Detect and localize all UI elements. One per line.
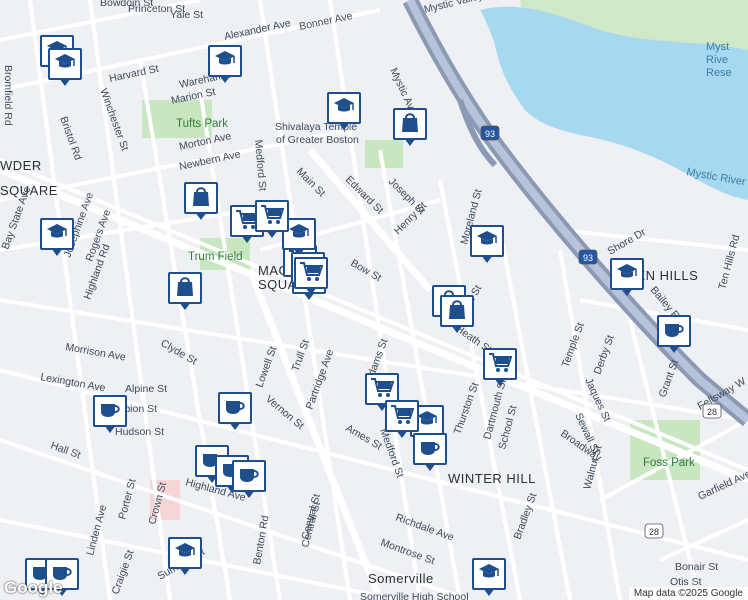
school-marker-box [168,537,202,569]
school-marker-box [470,225,504,257]
cart-marker[interactable] [294,257,328,297]
coffee-cup-icon [98,398,122,425]
shopping-bag-icon [445,298,469,325]
graduation-cap-icon [213,48,237,75]
coffee-cup-icon [223,395,247,422]
coffee-cup-icon [418,436,442,463]
shop-marker-box [184,182,218,214]
school-marker-box [40,218,74,250]
place-label: Somerville [368,571,434,586]
shopping-bag-icon [189,185,213,212]
cart-marker-box [385,400,419,432]
school-marker[interactable] [470,225,504,265]
shop-marker-box [393,108,427,140]
coffee-cup-icon [237,463,261,490]
cafe-marker-box [93,395,127,427]
water-label: Myst [706,41,729,53]
cafe-marker[interactable] [413,433,447,473]
school-marker[interactable] [610,258,644,298]
highway-shield: 93 [480,125,500,141]
svg-text:28: 28 [649,527,659,537]
school-marker[interactable] [327,92,361,132]
highway-shield: 28 [702,403,722,419]
park-label: Trum Field [188,251,243,263]
poi-label: of Greater Boston [276,134,359,146]
cafe-marker-box [218,392,252,424]
school-marker[interactable] [168,537,202,577]
graduation-cap-icon [173,540,197,567]
graduation-cap-icon [477,561,501,588]
street-label: Bowdoin St [100,0,153,9]
graduation-cap-icon [287,221,311,248]
highway-shield: 28 [644,523,664,539]
graduation-cap-icon [45,221,69,248]
shopping-cart-icon [390,403,415,430]
water-label: Rive [706,54,728,66]
cart-marker[interactable] [255,200,289,240]
shop-marker[interactable] [393,108,427,148]
school-marker-box [48,48,82,80]
street-label: Bromfield Rd [2,65,14,126]
highway-shield: 93 [578,249,598,265]
place-label: WINTER HILL [448,471,536,486]
school-marker-box [472,558,506,590]
svg-text:93: 93 [485,129,495,139]
graduation-cap-icon [475,228,499,255]
shop-marker[interactable] [440,295,474,335]
cart-marker-box [294,257,328,289]
cafe-marker[interactable] [232,460,266,500]
school-marker-box [327,92,361,124]
shop-marker-box [168,272,202,304]
school-marker[interactable] [40,218,74,258]
shopping-cart-icon [299,260,324,287]
cart-marker-box [255,200,289,232]
svg-text:93: 93 [583,253,593,263]
cafe-marker[interactable] [218,392,252,432]
school-marker[interactable] [48,48,82,88]
graduation-cap-icon [53,51,77,78]
cafe-marker-box [657,315,691,347]
shopping-bag-icon [173,275,197,302]
cafe-marker[interactable] [657,315,691,355]
school-marker[interactable] [472,558,506,598]
poi-label: Somerville High School [360,591,469,600]
cafe-marker-box [232,460,266,492]
street-label: Bonair St [675,561,718,573]
shopping-cart-icon [370,376,395,403]
svg-text:28: 28 [707,407,717,417]
shop-marker[interactable] [168,272,202,312]
shop-marker-box [440,295,474,327]
school-marker[interactable] [208,45,242,85]
park-label: Foss Park [643,457,695,469]
shopping-bag-icon [398,111,422,138]
shopping-cart-icon [260,203,285,230]
google-logo[interactable]: Google [4,578,63,598]
cart-marker-box [483,348,517,380]
school-marker-box [208,45,242,77]
water-label: Rese [706,67,732,79]
coffee-cup-icon [662,318,686,345]
cafe-marker-box [413,433,447,465]
park-label: Tufts Park [176,118,228,130]
school-marker-box [610,258,644,290]
map-canvas[interactable]: MAGOUNSQUAREWINTER HILLTEN HILLSSomervil… [0,0,748,600]
place-label-powder: WDER [0,158,42,173]
map-attribution[interactable]: Map data ©2025 Google [628,587,748,600]
shopping-cart-icon [488,351,513,378]
cart-marker[interactable] [483,348,517,388]
cafe-marker[interactable] [93,395,127,435]
street-label: Alpine St [125,383,167,395]
graduation-cap-icon [615,261,639,288]
shop-marker[interactable] [184,182,218,222]
graduation-cap-icon [332,95,356,122]
